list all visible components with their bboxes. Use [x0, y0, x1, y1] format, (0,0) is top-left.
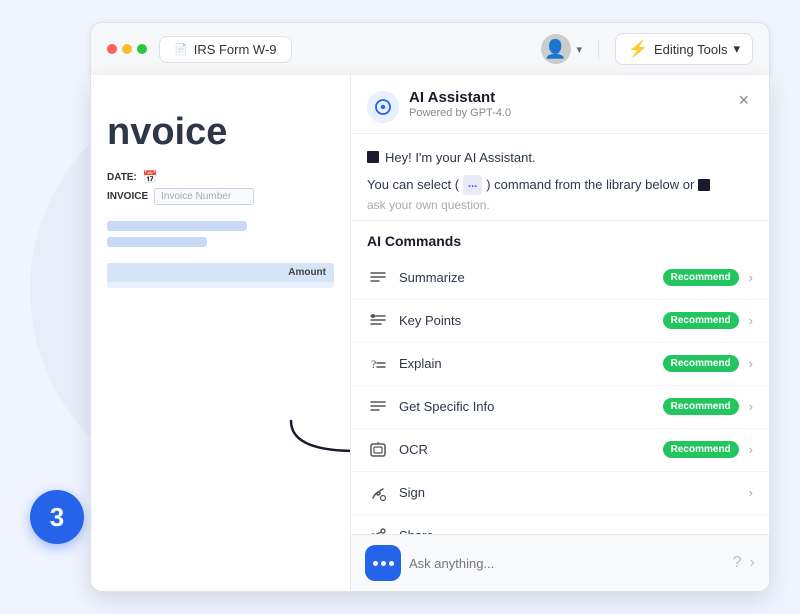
date-field-row: DATE: 📅 — [107, 170, 334, 184]
ai-message-2: You can select ( ... ) command from the … — [367, 175, 753, 196]
ocr-arrow: › — [749, 442, 753, 457]
sign-arrow: › — [749, 485, 753, 500]
commands-header: AI Commands — [351, 221, 769, 257]
document-panel: nvoice DATE: 📅 INVOICE Invoice Number Am… — [91, 75, 351, 591]
ai-message-area: Hey! I'm your AI Assistant. You can sele… — [351, 134, 769, 221]
close-button[interactable]: × — [734, 89, 753, 111]
summarize-arrow: › — [749, 270, 753, 285]
ai-header: AI Assistant Powered by GPT-4.0 × — [351, 75, 769, 134]
ask-input[interactable] — [409, 556, 725, 571]
dot-2 — [381, 561, 386, 566]
user-avatar: 👤 — [541, 34, 571, 64]
editing-tools-icon: ⚡ — [628, 39, 648, 59]
summarize-icon — [367, 267, 389, 289]
browser-chrome: 📄 IRS Form W-9 👤 ▾ ⚡ Editing Tools ▾ — [90, 22, 770, 75]
ocr-icon — [367, 439, 389, 461]
ai-panel: AI Assistant Powered by GPT-4.0 × Hey! I… — [351, 75, 769, 591]
dot-green — [137, 44, 147, 54]
invoice-number-input[interactable]: Invoice Number — [154, 188, 254, 205]
ellipsis-badge: ... — [463, 175, 482, 195]
dot-red — [107, 44, 117, 54]
message-text-1: Hey! I'm your AI Assistant. — [385, 148, 536, 169]
table-body — [107, 282, 334, 288]
ai-assistant-icon — [367, 91, 399, 123]
ai-subtitle: Powered by GPT-4.0 — [409, 107, 511, 119]
dots-button[interactable] — [365, 545, 401, 581]
arrow-decoration — [281, 411, 351, 471]
ai-message-1: Hey! I'm your AI Assistant. — [367, 148, 753, 169]
command-item-explain[interactable]: ? Explain Recommend › — [351, 343, 769, 386]
main-container: 📄 IRS Form W-9 👤 ▾ ⚡ Editing Tools ▾ nvo… — [90, 22, 770, 592]
command-item-summarize[interactable]: Summarize Recommend › — [351, 257, 769, 300]
invoice-field-row: INVOICE Invoice Number — [107, 188, 334, 205]
step-number: 3 — [50, 502, 64, 533]
document-table: Amount — [107, 263, 334, 288]
editing-tools-button[interactable]: ⚡ Editing Tools ▾ — [615, 33, 753, 65]
dot-1 — [373, 561, 378, 566]
placeholder-bar-1 — [107, 221, 247, 231]
command-item-keypoints[interactable]: Key Points Recommend › — [351, 300, 769, 343]
divider — [598, 39, 599, 59]
help-icon[interactable]: ? — [733, 554, 742, 572]
summarize-recommend: Recommend — [663, 269, 739, 286]
getinfo-label: Get Specific Info — [399, 399, 653, 414]
explain-arrow: › — [749, 356, 753, 371]
explain-label: Explain — [399, 356, 653, 371]
ocr-label: OCR — [399, 442, 653, 457]
keypoints-arrow: › — [749, 313, 753, 328]
ocr-recommend: Recommend — [663, 441, 739, 458]
invoice-fields: DATE: 📅 INVOICE Invoice Number — [107, 170, 334, 205]
step-badge: 3 — [30, 490, 84, 544]
keypoints-label: Key Points — [399, 313, 653, 328]
dot-yellow — [122, 44, 132, 54]
ai-message-fade: ask your own question. — [367, 198, 753, 212]
explain-icon: ? — [367, 353, 389, 375]
command-item-share[interactable]: Share › — [351, 515, 769, 534]
content-area: nvoice DATE: 📅 INVOICE Invoice Number Am… — [90, 75, 770, 592]
send-button[interactable]: › — [750, 554, 755, 572]
commands-section: AI Commands Summarize Recommend › — [351, 221, 769, 534]
invoice-title: nvoice — [107, 111, 334, 154]
ai-title: AI Assistant — [409, 89, 511, 106]
date-label: DATE: — [107, 172, 137, 183]
message-icon-2 — [698, 179, 710, 191]
calendar-icon: 📅 — [143, 170, 158, 184]
command-item-sign[interactable]: Sign › — [351, 472, 769, 515]
summarize-label: Summarize — [399, 270, 653, 285]
tab-area: 📄 IRS Form W-9 — [159, 36, 529, 63]
amount-col-header: Amount — [288, 267, 326, 278]
dot-3 — [389, 561, 394, 566]
invoice-label: INVOICE — [107, 191, 148, 202]
command-item-getinfo[interactable]: Get Specific Info Recommend › — [351, 386, 769, 429]
svg-text:?: ? — [371, 357, 376, 371]
browser-tab[interactable]: 📄 IRS Form W-9 — [159, 36, 292, 63]
ai-input-area: ? › — [351, 534, 769, 591]
user-chevron[interactable]: ▾ — [577, 43, 583, 56]
keypoints-icon — [367, 310, 389, 332]
ai-title-block: AI Assistant Powered by GPT-4.0 — [409, 89, 511, 119]
message-prefix: You can select ( — [367, 175, 459, 196]
user-area: 👤 ▾ — [541, 34, 583, 64]
getinfo-arrow: › — [749, 399, 753, 414]
table-header-row: Amount — [107, 263, 334, 282]
browser-dots — [107, 44, 147, 54]
editing-tools-label: Editing Tools — [654, 42, 727, 57]
keypoints-recommend: Recommend — [663, 312, 739, 329]
ai-header-left: AI Assistant Powered by GPT-4.0 — [367, 89, 511, 123]
sign-icon — [367, 482, 389, 504]
placeholder-bar-2 — [107, 237, 207, 247]
editing-tools-chevron: ▾ — [733, 41, 740, 57]
tab-label: IRS Form W-9 — [194, 42, 277, 57]
message-mid: ) command from the library below or — [486, 175, 694, 196]
sign-label: Sign — [399, 485, 739, 500]
getinfo-icon — [367, 396, 389, 418]
getinfo-recommend: Recommend — [663, 398, 739, 415]
command-item-ocr[interactable]: OCR Recommend › — [351, 429, 769, 472]
explain-recommend: Recommend — [663, 355, 739, 372]
share-icon — [367, 525, 389, 534]
message-icon-1 — [367, 151, 379, 163]
